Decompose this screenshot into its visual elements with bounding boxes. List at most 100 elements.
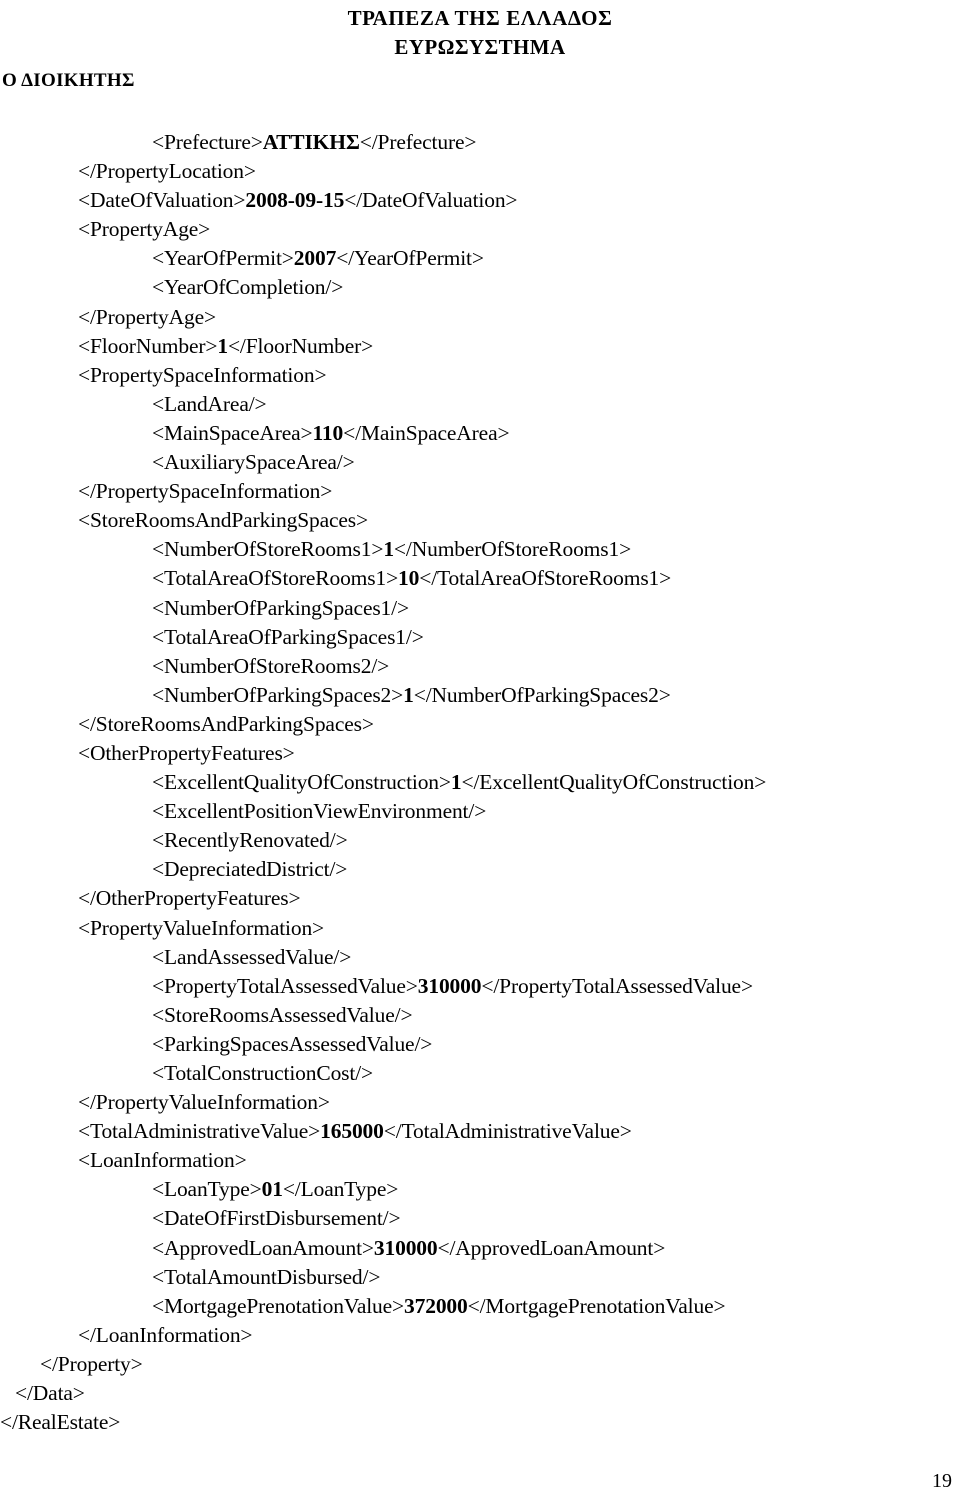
xml-tag-close: </ExcellentQualityOfConstruction> [461,770,767,795]
xml-line: <TotalAmountDisbursed/> [0,1263,960,1292]
xml-tag-open: </Property> [40,1351,143,1376]
letterhead: ΤΡΑΠΕΖΑ ΤΗΣ ΕΛΛΑΔΟΣ ΕΥΡΩΣΥΣΤΗΜΑ [0,4,960,62]
xml-value: 372000 [404,1293,468,1318]
xml-tag-open: <FloorNumber> [78,333,218,358]
xml-tag-open: <RecentlyRenovated/> [152,828,348,853]
page-number: 19 [932,1470,952,1492]
xml-line: <NumberOfStoreRooms2/> [0,652,960,681]
xml-tag-open: <PropertyAge> [78,217,211,242]
xml-value: 1 [450,770,462,795]
xml-tag-close: </Prefecture> [359,130,477,154]
xml-line: </Data> [0,1379,960,1408]
xml-line: <FloorNumber>1</FloorNumber> [0,332,960,361]
xml-line: <StoreRoomsAssessedValue/> [0,1001,960,1030]
xml-line: </LoanInformation> [0,1321,960,1350]
xml-tag-open: <StoreRoomsAssessedValue/> [152,1002,413,1027]
document-page: ΤΡΑΠΕΖΑ ΤΗΣ ΕΛΛΑΔΟΣ ΕΥΡΩΣΥΣΤΗΜΑ Ο ΔΙΟΙΚΗ… [0,0,960,1505]
xml-line: </PropertyLocation> [0,157,960,186]
xml-line: <DepreciatedDistrict/> [0,855,960,884]
xml-line: <AuxiliarySpaceArea/> [0,448,960,477]
xml-tag-open: <TotalAreaOfStoreRooms1> [152,566,399,591]
xml-line: <YearOfPermit>2007</YearOfPermit> [0,244,960,273]
xml-tag-open: </StoreRoomsAndParkingSpaces> [78,711,374,736]
xml-tag-open: <ExcellentPositionViewEnvironment/> [152,799,487,824]
xml-tag-open: <TotalAreaOfParkingSpaces1/> [152,624,424,649]
xml-line: </Property> [0,1350,960,1379]
xml-line: <TotalAdministrativeValue>165000</TotalA… [0,1117,960,1146]
xml-line: <MainSpaceArea>110</MainSpaceArea> [0,419,960,448]
xml-line: <PropertyValueInformation> [0,914,960,943]
xml-tag-close: </YearOfPermit> [336,246,484,271]
xml-line: <NumberOfStoreRooms1>1</NumberOfStoreRoo… [0,535,960,564]
xml-value: 310000 [373,1235,438,1260]
xml-tag-open: <LoanType> [152,1177,262,1202]
eurosystem-label: ΕΥΡΩΣΥΣΤΗΜΑ [394,35,566,59]
xml-tag-open: </PropertyAge> [78,304,216,329]
xml-line: <StoreRoomsAndParkingSpaces> [0,506,960,535]
xml-tag-close: </ApprovedLoanAmount> [437,1235,666,1260]
xml-tag-open: <NumberOfStoreRooms2/> [152,653,390,678]
xml-line: </RealEstate> [0,1408,960,1437]
xml-tag-close: </NumberOfStoreRooms1> [393,537,632,562]
xml-line: </PropertySpaceInformation> [0,477,960,506]
xml-tag-close: </NumberOfParkingSpaces2> [413,682,671,707]
xml-tag-open: <StoreRoomsAndParkingSpaces> [78,508,368,533]
xml-tag-open: <DepreciatedDistrict/> [152,857,348,882]
xml-tag-open: </RealEstate> [0,1410,121,1435]
xml-line: <ApprovedLoanAmount>310000</ApprovedLoan… [0,1234,960,1263]
xml-tag-close: </FloorNumber> [227,333,374,358]
xml-listing: <Prefecture>ΑΤΤΙΚΗΣ</Prefecture> </Proper… [0,128,960,1437]
xml-tag-close: </MortgagePrenotationValue> [467,1293,726,1318]
xml-tag-open: <Prefecture> [152,130,263,154]
xml-line: <LandAssessedValue/> [0,943,960,972]
xml-tag-open: <OtherPropertyFeatures> [78,740,295,765]
xml-value: 2008-09-15 [245,188,345,213]
xml-tag-open: <PropertyTotalAssessedValue> [152,973,418,998]
xml-line: </PropertyValueInformation> [0,1088,960,1117]
xml-tag-close: </MainSpaceArea> [343,420,510,445]
xml-tag-open: <LandAssessedValue/> [152,944,352,969]
xml-value: 165000 [320,1119,384,1144]
xml-line: <ExcellentQualityOfConstruction>1</Excel… [0,768,960,797]
xml-tag-open: <ApprovedLoanAmount> [152,1235,374,1260]
xml-tag-open: </PropertyValueInformation> [78,1090,330,1115]
xml-tag-open: <LandArea/> [152,391,267,416]
xml-line: </PropertyAge> [0,303,960,332]
xml-line: <YearOfCompletion/> [0,273,960,302]
xml-line: <NumberOfParkingSpaces2>1</NumberOfParki… [0,681,960,710]
xml-value: 01 [261,1177,283,1202]
xml-value: 1 [383,537,394,562]
xml-line: <RecentlyRenovated/> [0,826,960,855]
xml-line: <DateOfFirstDisbursement/> [0,1204,960,1233]
xml-tag-open: <MainSpaceArea> [152,420,313,445]
xml-line: <PropertyAge> [0,215,960,244]
xml-tag-open: <TotalConstructionCost/> [152,1061,374,1085]
xml-tag-open: <NumberOfParkingSpaces2> [152,682,404,707]
xml-line: <MortgagePrenotationValue>372000</Mortga… [0,1292,960,1321]
xml-tag-open: <LoanInformation> [78,1148,247,1173]
xml-tag-open: </PropertySpaceInformation> [78,479,333,504]
xml-value: 310000 [417,973,482,998]
xml-tag-close: </LoanType> [282,1177,399,1202]
xml-tag-open: <YearOfCompletion/> [152,275,344,300]
xml-line: <NumberOfParkingSpaces1/> [0,594,960,623]
xml-line: <DateOfValuation>2008-09-15</DateOfValua… [0,186,960,215]
xml-tag-open: <PropertySpaceInformation> [78,362,327,387]
xml-tag-open: <NumberOfParkingSpaces1/> [152,595,409,620]
xml-line: <Prefecture>ΑΤΤΙΚΗΣ</Prefecture> [0,128,960,157]
xml-line: </OtherPropertyFeatures> [0,884,960,913]
xml-value: 1 [217,333,228,358]
xml-value: ΑΤΤΙΚΗΣ [262,130,360,154]
xml-tag-open: <AuxiliarySpaceArea/> [152,450,355,475]
xml-tag-open: </PropertyLocation> [78,159,256,184]
xml-line: <ExcellentPositionViewEnvironment/> [0,797,960,826]
xml-tag-close: </TotalAdministrativeValue> [383,1119,632,1144]
xml-tag-close: </DateOfValuation> [344,188,518,213]
xml-tag-close: </TotalAreaOfStoreRooms1> [419,566,672,591]
xml-tag-close: </PropertyTotalAssessedValue> [481,973,753,998]
xml-line: <LoanInformation> [0,1146,960,1175]
xml-tag-open: <NumberOfStoreRooms1> [152,537,384,562]
bank-name: ΤΡΑΠΕΖΑ ΤΗΣ ΕΛΛΑΔΟΣ [347,6,613,30]
governor-label: Ο ΔΙΟΙΚΗΤΗΣ [2,70,135,91]
xml-tag-open: </OtherPropertyFeatures> [78,886,301,911]
